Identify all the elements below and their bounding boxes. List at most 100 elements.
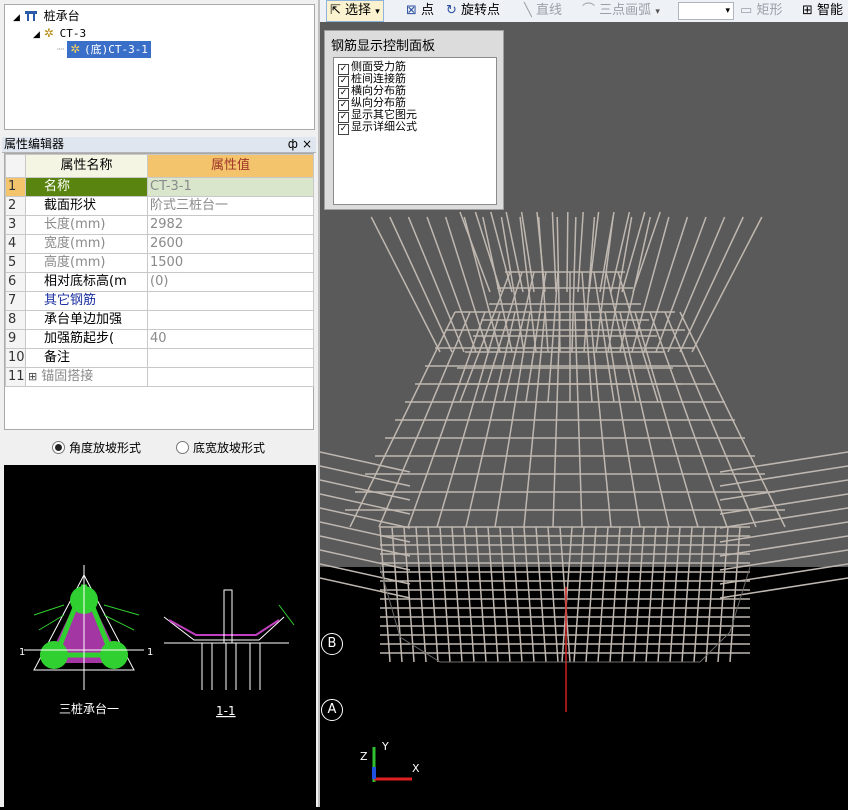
tree-node-root[interactable]: ◢ 桩承台: [13, 8, 82, 24]
property-value[interactable]: (0): [147, 272, 314, 292]
radio-width-slope[interactable]: 底宽放坡形式: [176, 440, 265, 456]
gear-icon: ✲: [43, 26, 54, 40]
drawing-toolbar: ⇱ 选择 ▾ ⊠ 点 ↻ 旋转点 ╲ 直线 ⌒ 三点画弧 ▾ ▾ ▭ 矩形 ⊞ …: [320, 0, 848, 23]
tree-connector: ┈: [57, 42, 64, 56]
property-header-row: 属性名称 属性值: [5, 154, 314, 178]
property-value[interactable]: [147, 310, 314, 330]
property-value[interactable]: [147, 291, 314, 311]
property-editor-header: 属性编辑器 ф ×: [2, 137, 316, 153]
corner-cell: [5, 154, 26, 178]
section-preview-drawing: 1 1 三桩承台一 1-1: [19, 565, 295, 718]
grid-axis-b[interactable]: B: [321, 633, 343, 655]
property-value[interactable]: 2982: [147, 215, 314, 235]
point-label: 点: [421, 3, 435, 18]
property-grid[interactable]: 属性名称 属性值 1 名称 CT-3-1 2 截面形状 阶式三桩台一 3 长度(mm) 2982…: [4, 153, 314, 430]
svg-text:1: 1: [19, 647, 25, 658]
property-value[interactable]: 1500: [147, 253, 314, 273]
table-row[interactable]: 1 名称 CT-3-1: [5, 177, 314, 197]
width-dropdown[interactable]: ▾: [678, 2, 734, 20]
column-header-value: 属性值: [147, 154, 314, 178]
rotate-point-label: 旋转点: [461, 3, 501, 18]
gear-icon: ✲: [70, 42, 81, 56]
table-row[interactable]: 5 高度(mm) 1500: [5, 253, 314, 273]
preview-right-caption: 1-1: [216, 704, 236, 718]
radio-dot-unchecked[interactable]: [176, 441, 189, 454]
section-1-1-diagram: 1-1: [163, 589, 295, 718]
property-name: 其它钢筋: [25, 291, 148, 311]
collapse-icon[interactable]: ◢: [33, 30, 40, 40]
row-number: 8: [5, 310, 26, 330]
component-tree[interactable]: ◢ 桩承台 ◢ ✲ CT-3 ┈ ✲ (底)CT-3-1: [4, 4, 315, 130]
property-value[interactable]: [147, 348, 314, 368]
row-number: 4: [5, 234, 26, 254]
property-value[interactable]: 2600: [147, 234, 314, 254]
table-row[interactable]: 2 截面形状 阶式三桩台一: [5, 196, 314, 216]
property-name: 相对底标高(m: [25, 272, 148, 292]
pin-icon[interactable]: ф: [288, 137, 298, 152]
tree-selected-item[interactable]: ✲ (底)CT-3-1: [67, 41, 151, 58]
radio-dot-checked[interactable]: [52, 441, 65, 454]
property-name: 宽度(mm): [25, 234, 148, 254]
property-name: 长度(mm): [25, 215, 148, 235]
tree-node-ct3[interactable]: ◢ ✲ CT-3: [33, 25, 88, 41]
row-number: 2: [5, 196, 26, 216]
property-name-text: 锚固搭接: [41, 369, 94, 384]
row-number: 5: [5, 253, 26, 273]
table-row[interactable]: 11 ⊞ 锚固搭接: [5, 367, 314, 387]
smart-button[interactable]: ⊞ 智能: [802, 0, 843, 22]
tree-child-label: CT-3: [59, 27, 87, 40]
table-row[interactable]: 9 加强筋起步(40: [5, 329, 314, 349]
row-number: 11: [5, 367, 26, 387]
arc-button[interactable]: ⌒ 三点画弧 ▾: [582, 0, 660, 22]
expand-icon[interactable]: ⊞: [28, 370, 37, 383]
table-row[interactable]: 8 承台单边加强: [5, 310, 314, 330]
section-preview: 1 1 三桩承台一 1-1: [4, 465, 316, 807]
axis-y-label: Y: [381, 740, 389, 753]
property-value[interactable]: 阶式三桩台一: [147, 196, 314, 216]
property-name: 高度(mm): [25, 253, 148, 273]
rect-button[interactable]: ▭ 矩形: [740, 0, 782, 22]
slope-mode-radios: 角度放坡形式 底宽放坡形式: [4, 434, 316, 462]
chevron-down-icon[interactable]: ▾: [375, 7, 380, 17]
row-number: 10: [5, 348, 26, 368]
chevron-down-icon[interactable]: ▾: [655, 7, 660, 17]
tree-node-selected[interactable]: ┈ ✲ (底)CT-3-1: [57, 41, 151, 58]
axis-x-label: X: [412, 762, 420, 775]
point-button[interactable]: ⊠ 点: [406, 0, 434, 22]
property-value[interactable]: 40: [147, 329, 314, 349]
rect-icon: ▭: [740, 3, 753, 18]
property-table: 属性名称 属性值 1 名称 CT-3-1 2 截面形状 阶式三桩台一 3 长度(mm) 2982…: [5, 154, 314, 387]
row-number: 3: [5, 215, 26, 235]
table-row[interactable]: 7 其它钢筋: [5, 291, 314, 311]
grid-icon: ⊞: [802, 3, 813, 18]
radio-angle-label: 角度放坡形式: [69, 441, 142, 455]
triangle-plan-diagram: 1 1 三桩承台一: [19, 565, 153, 716]
grid-axis-a[interactable]: A: [321, 699, 343, 721]
table-row[interactable]: 10 备注: [5, 348, 314, 368]
table-row[interactable]: 6 相对底标高(m (0): [5, 272, 314, 292]
rotate-point-button[interactable]: ↻ 旋转点: [446, 0, 500, 22]
arc-label: 三点画弧: [599, 3, 652, 18]
property-value[interactable]: [147, 367, 314, 387]
collapse-icon[interactable]: ◢: [13, 13, 20, 23]
property-name: 备注: [25, 348, 148, 368]
property-value[interactable]: CT-3-1: [147, 177, 314, 197]
select-button[interactable]: ⇱ 选择 ▾: [326, 0, 384, 22]
radio-angle-slope[interactable]: 角度放坡形式: [52, 440, 141, 456]
left-panel: ◢ 桩承台 ◢ ✲ CT-3 ┈ ✲ (底)CT-3-1 属性编辑器 ф × 属…: [0, 0, 318, 807]
checkbox-icon[interactable]: ✓: [338, 124, 349, 135]
chevron-down-icon[interactable]: ▾: [725, 3, 730, 19]
rebar-option-label: 显示详细公式: [351, 120, 417, 133]
column-header-name: 属性名称: [25, 154, 148, 178]
tree-selected-label: (底)CT-3-1: [83, 43, 148, 56]
rebar-panel-title: 钢筋显示控制面板: [331, 39, 436, 54]
line-label: 直线: [535, 3, 562, 18]
table-row[interactable]: 3 长度(mm) 2982: [5, 215, 314, 235]
line-button[interactable]: ╲ 直线: [524, 0, 562, 22]
close-icon[interactable]: ×: [302, 137, 312, 152]
table-row[interactable]: 4 宽度(mm) 2600: [5, 234, 314, 254]
rebar-option-item[interactable]: ✓ 显示详细公式: [338, 120, 417, 135]
line-icon: ╲: [524, 3, 532, 18]
rebar-option-list: ✓ 侧面受力筋 ✓ 桩间连接筋 ✓ 横向分布筋 ✓ 纵向分布筋 ✓ 显示其它图元 ✓ 显示详细公式: [333, 57, 497, 205]
rotate-icon: ↻: [446, 3, 457, 18]
